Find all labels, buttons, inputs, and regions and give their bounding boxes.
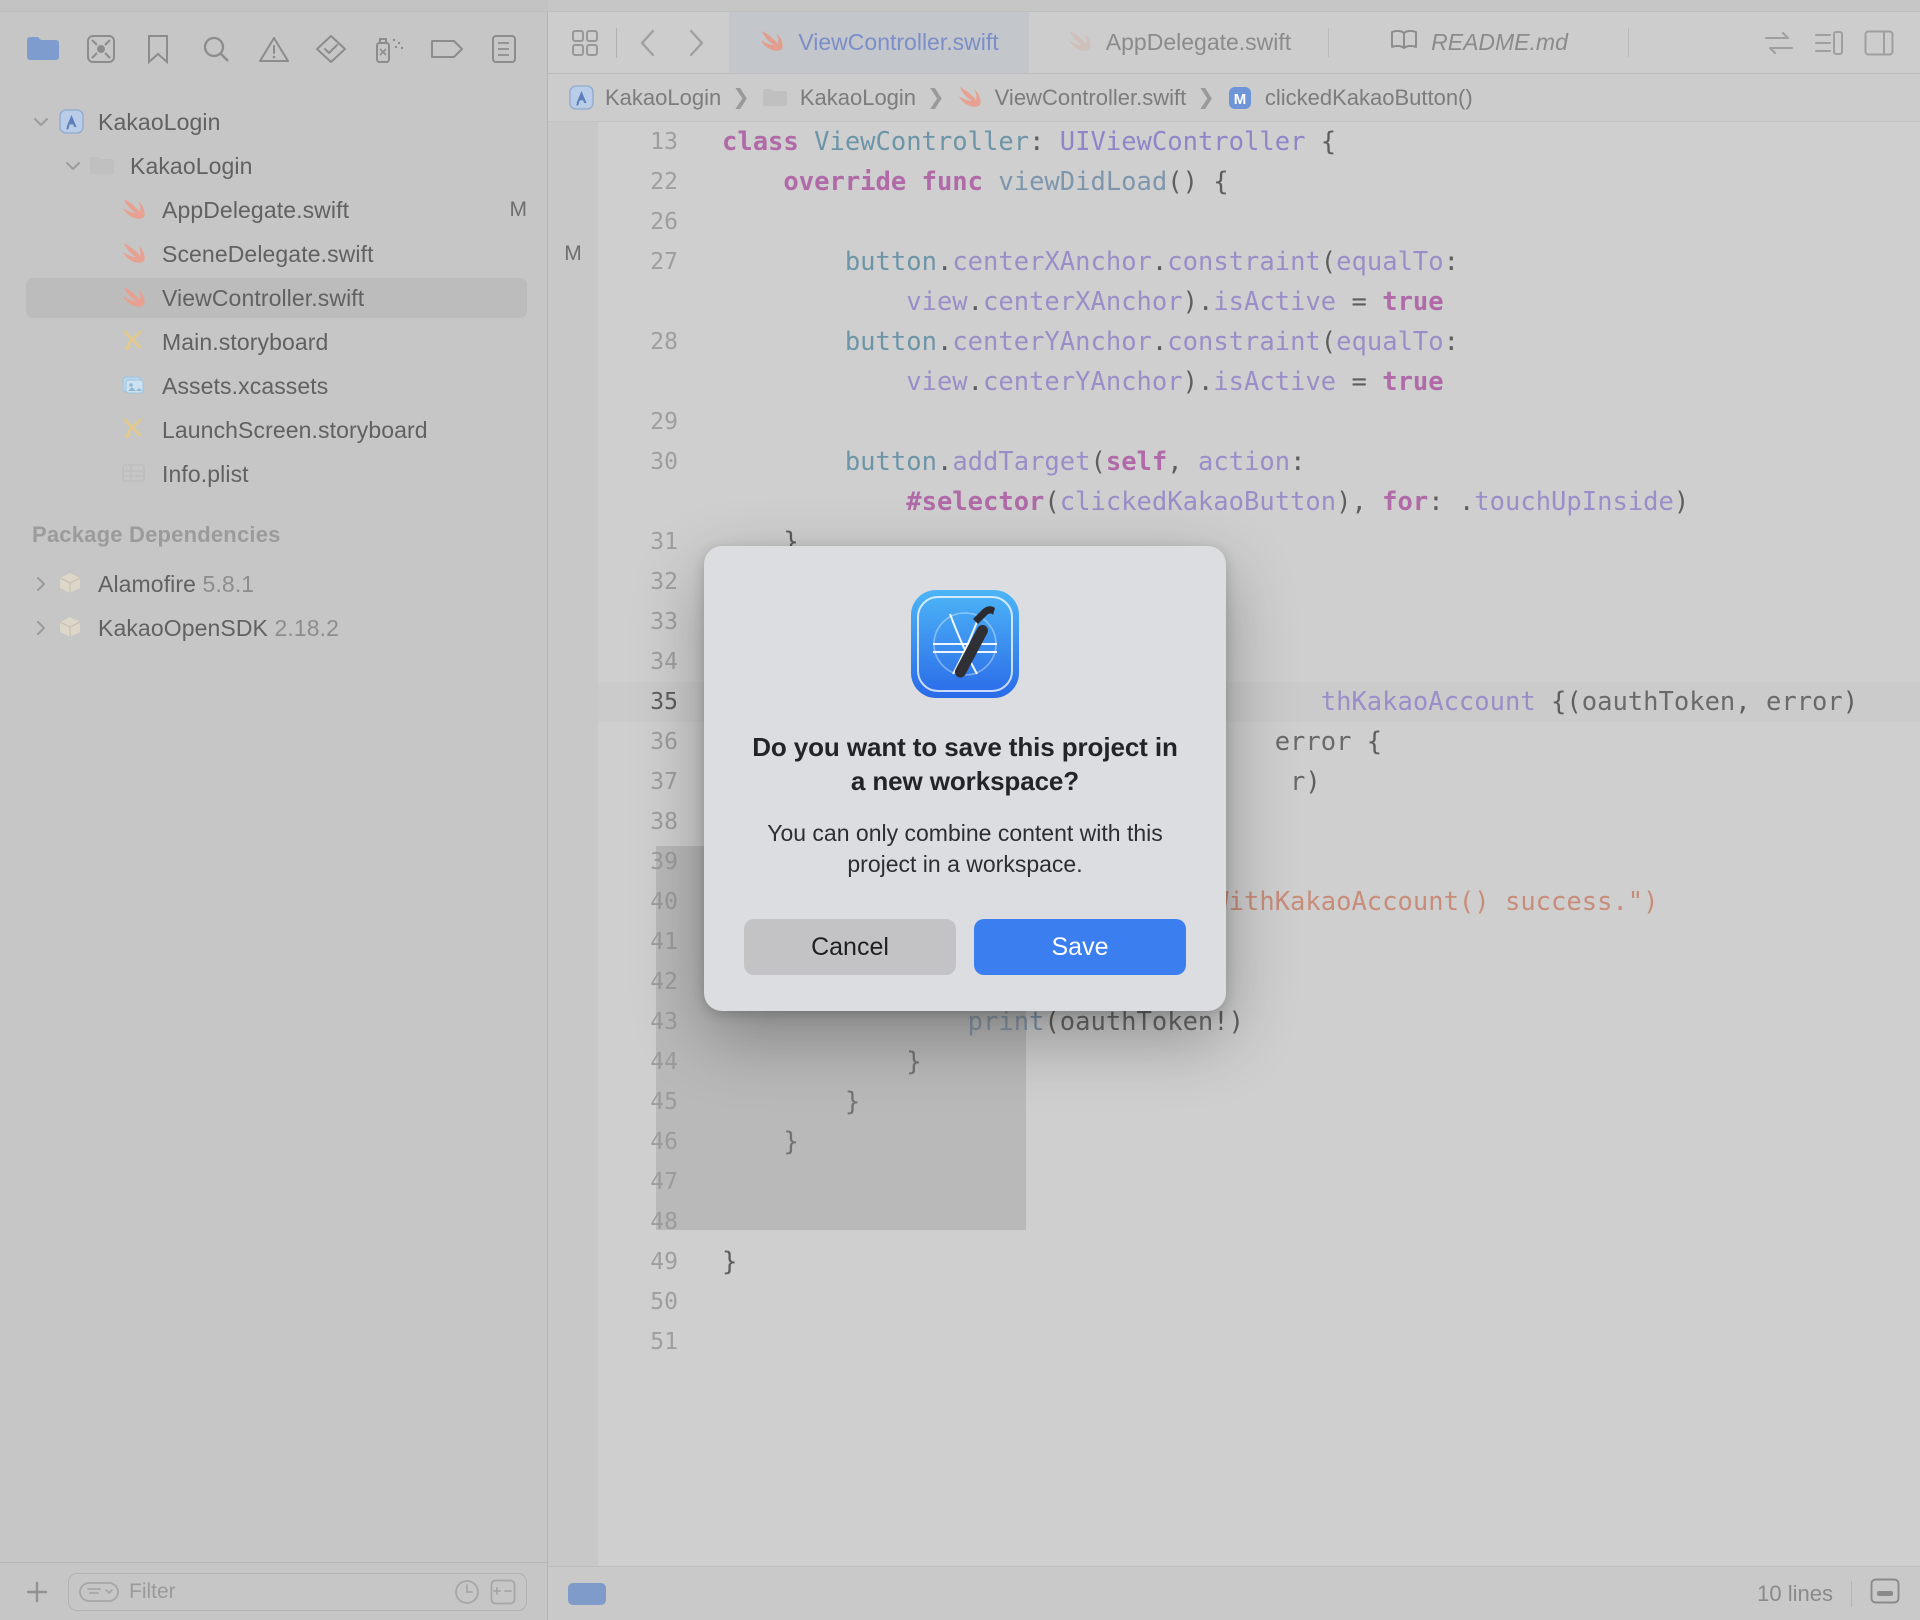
storyboard-icon (118, 415, 152, 445)
package-name: KakaoOpenSDK (98, 614, 268, 641)
dialog-title: Do you want to save this project in a ne… (752, 732, 1178, 796)
package-icon (54, 569, 88, 599)
nav-item-label: AppDelegate.swift (162, 196, 350, 223)
plist-icon (118, 459, 152, 489)
package-version: 2.18.2 (274, 614, 340, 641)
nav-item-label: Info.plist (162, 460, 249, 487)
package-name: Alamofire (98, 570, 197, 597)
nav-item-label: SceneDelegate.swift (162, 240, 374, 267)
package-label: Alamofire 5.8.1 (98, 571, 254, 598)
package-label: KakaoOpenSDK 2.18.2 (98, 615, 339, 642)
cancel-button[interactable]: Cancel (744, 919, 956, 975)
nav-item-label: Assets.xcassets (162, 372, 329, 399)
dialog-message: You can only combine content with this p… (767, 820, 1163, 877)
nav-item-label: Main.storyboard (162, 328, 329, 355)
disclosure-triangle[interactable] (28, 112, 54, 132)
swift-icon (118, 195, 152, 225)
save-workspace-dialog: Do you want to save this project in a ne… (704, 546, 1226, 1011)
modified-badge: M (509, 198, 528, 221)
dialog-buttons: Cancel Save (744, 919, 1186, 975)
nav-item-label: KakaoLogin (98, 108, 221, 135)
package-version: 5.8.1 (202, 570, 255, 597)
folder-icon (86, 151, 120, 181)
swift-icon (118, 239, 152, 269)
storyboard-icon (118, 327, 152, 357)
disclosure-triangle[interactable] (60, 156, 86, 176)
swift-icon (118, 283, 152, 313)
disclosure-triangle[interactable] (28, 618, 54, 638)
package-icon (54, 613, 88, 643)
save-button[interactable]: Save (974, 919, 1186, 975)
xcode-window: KakaoLogin KakaoLogin AppDelegate.swift M Sc… (0, 0, 1920, 1620)
nav-item-label: ViewController.swift (162, 284, 365, 311)
nav-item-label: KakaoLogin (130, 152, 253, 179)
nav-item-label: LaunchScreen.storyboard (162, 416, 428, 443)
disclosure-triangle[interactable] (28, 574, 54, 594)
xcode-app-icon (909, 588, 1021, 700)
app-project-icon (54, 107, 88, 137)
assets-icon (118, 371, 152, 401)
